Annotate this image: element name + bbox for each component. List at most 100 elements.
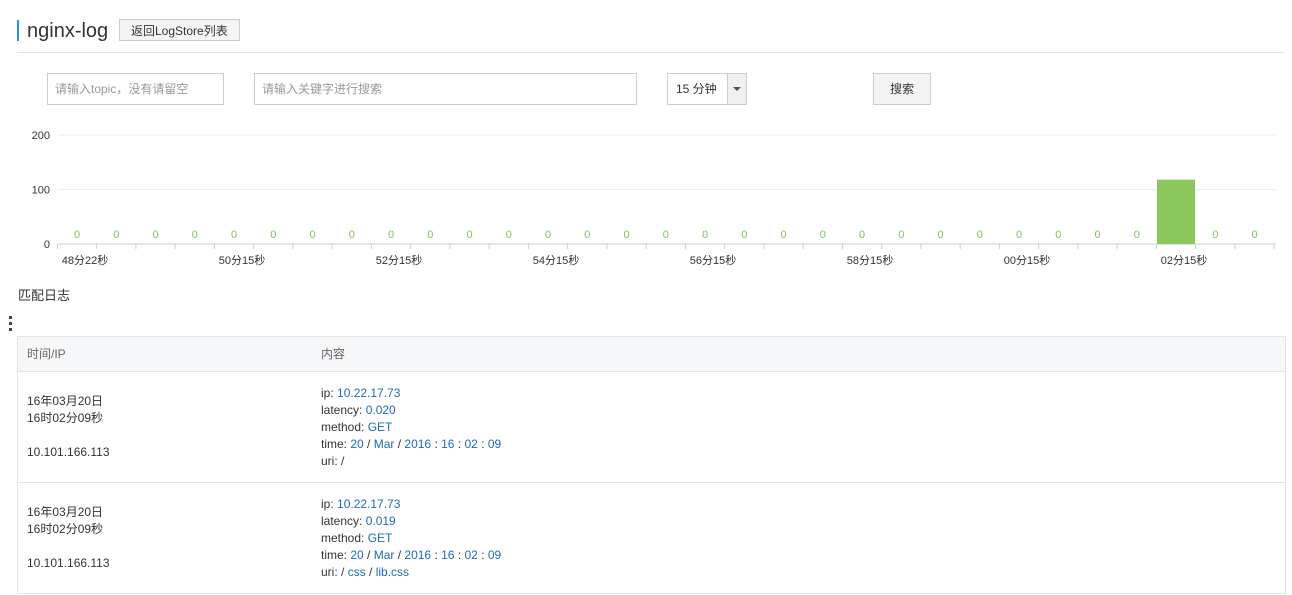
time-second-link[interactable]: 09 [488, 548, 501, 562]
table-row: 16年03月20日 16时02分09秒 10.101.166.113 ip: 10.2… [18, 483, 1285, 593]
time-second-link[interactable]: 09 [488, 437, 501, 451]
page-header: nginx-log 返回LogStore列表 [17, 18, 1285, 53]
x-tick-label: 50分15秒 [219, 253, 265, 267]
log-clock: 16时02分09秒 [27, 522, 104, 536]
uri-segment-link[interactable]: lib.css [376, 565, 409, 579]
bar-value-label: 0 [623, 229, 629, 241]
bar-value-label: 0 [113, 229, 119, 241]
bar-value-label: 0 [741, 229, 747, 241]
log-table: 时间/IP 内容 16年03月20日 16时02分09秒 10.101.166.11… [17, 336, 1286, 594]
bar-value-label: 0 [977, 229, 983, 241]
table-header: 时间/IP 内容 [18, 337, 1285, 372]
bar-value-label: 0 [231, 229, 237, 241]
log-date: 16年03月20日 [27, 394, 104, 408]
field-value-latency[interactable]: 0.020 [366, 403, 396, 417]
field-value-method[interactable]: GET [368, 531, 393, 545]
x-tick-label: 48分22秒 [62, 253, 108, 267]
field-ip: ip: 10.22.17.73 [321, 386, 401, 400]
bar-value-label: 0 [466, 229, 472, 241]
bar-value-label: 0 [702, 229, 708, 241]
bar-value-label: 0 [427, 229, 433, 241]
field-key-method: method [321, 531, 362, 545]
bar-value-label: 0 [192, 229, 198, 241]
column-header-time-ip: 时间/IP [27, 347, 66, 361]
time-range-dropdown-toggle[interactable] [727, 74, 746, 104]
field-key-time: time [321, 437, 344, 451]
x-tick-label: 00分15秒 [1004, 253, 1050, 267]
x-tick-label: 02分15秒 [1161, 253, 1207, 267]
field-key-time: time [321, 548, 344, 562]
source-ip: 10.101.166.113 [27, 445, 110, 459]
log-clock: 16时02分09秒 [27, 411, 104, 425]
field-key-latency: latency [321, 403, 360, 417]
bar-value-label: 0 [1251, 229, 1257, 241]
title-accent-bar [17, 20, 19, 41]
drag-handle-icon[interactable] [6, 310, 14, 334]
y-tick-label: 0 [44, 239, 50, 251]
field-value-ip[interactable]: 10.22.17.73 [337, 386, 400, 400]
table-row: 16年03月20日 16时02分09秒 10.101.166.113 ip: 10.2… [18, 372, 1285, 483]
chevron-down-icon [733, 87, 741, 91]
bar-value-label: 0 [152, 229, 158, 241]
bar-value-label: 0 [506, 229, 512, 241]
log-time: 16年03月20日 16时02分09秒 [27, 393, 103, 427]
field-time: time: 20 / Mar / 2016 : 16 : 02 : 09 [321, 548, 502, 562]
bar-value-label: 0 [1134, 229, 1140, 241]
x-tick-label: 58分15秒 [847, 253, 893, 267]
keyword-search-input[interactable] [254, 73, 637, 105]
field-method: method: GET [321, 420, 393, 434]
data-bar[interactable] [1157, 179, 1195, 244]
uri-segment-link[interactable]: css [348, 565, 366, 579]
field-uri: uri: / css / lib.css [321, 565, 410, 579]
field-key-ip: ip [321, 497, 331, 511]
bar-value-label: 0 [1055, 229, 1061, 241]
field-ip: ip: 10.22.17.73 [321, 497, 401, 511]
x-tick-label: 54分15秒 [533, 253, 579, 267]
log-count-chart: 0 100 200 0 0 0 0 0 0 0 0 0 0 0 0 0 0 0 0 0 0 0 0 0 0 0 0 0 0 0 0 0 0 48分… [32, 130, 1276, 267]
y-tick-label: 200 [32, 130, 50, 142]
field-method: method: GET [321, 531, 393, 545]
topic-input[interactable] [47, 73, 224, 105]
bar-value-label: 0 [1016, 229, 1022, 241]
bar-value-label: 0 [780, 229, 786, 241]
time-day-link[interactable]: 20 [350, 548, 363, 562]
field-key-ip: ip [321, 386, 331, 400]
back-to-logstore-list-button[interactable]: 返回LogStore列表 [119, 19, 240, 41]
search-button[interactable]: 搜索 [873, 73, 931, 105]
field-key-uri: uri [321, 565, 335, 579]
time-month-link[interactable]: Mar [374, 548, 395, 562]
time-year-link[interactable]: 2016 [404, 437, 431, 451]
bar-value-label: 0 [388, 229, 394, 241]
time-minute-link[interactable]: 02 [465, 548, 478, 562]
time-range-value: 15 分钟 [676, 82, 717, 96]
field-latency: latency: 0.019 [321, 514, 396, 528]
time-month-link[interactable]: Mar [374, 437, 395, 451]
bar-value-label: 0 [663, 229, 669, 241]
time-minute-link[interactable]: 02 [465, 437, 478, 451]
log-content: ip: 10.22.17.73 latency: 0.020 method: GET… [321, 385, 501, 470]
page-title: nginx-log [27, 20, 109, 42]
field-time: time: 20 / Mar / 2016 : 16 : 02 : 09 [321, 437, 502, 451]
time-range-select[interactable]: 15 分钟 [667, 73, 747, 105]
bar-value-label: 0 [1212, 229, 1218, 241]
bar-value-label: 0 [898, 229, 904, 241]
field-key-uri: uri [321, 454, 335, 468]
bar-value-label: 0 [74, 229, 80, 241]
time-hour-link[interactable]: 16 [441, 548, 454, 562]
time-year-link[interactable]: 2016 [404, 548, 431, 562]
bar-value-label: 0 [1094, 229, 1100, 241]
field-value-latency[interactable]: 0.019 [366, 514, 396, 528]
source-ip: 10.101.166.113 [27, 556, 110, 570]
field-key-method: method [321, 420, 362, 434]
field-value-method[interactable]: GET [368, 420, 393, 434]
log-date: 16年03月20日 [27, 505, 104, 519]
time-hour-link[interactable]: 16 [441, 437, 454, 451]
section-title: 匹配日志 [18, 288, 71, 303]
bar-value-label: 0 [270, 229, 276, 241]
log-content: ip: 10.22.17.73 latency: 0.019 method: GET… [321, 496, 501, 581]
field-uri: uri: / [321, 454, 345, 468]
log-time: 16年03月20日 16时02分09秒 [27, 504, 103, 538]
bar-value-label: 0 [545, 229, 551, 241]
time-day-link[interactable]: 20 [350, 437, 363, 451]
field-value-ip[interactable]: 10.22.17.73 [337, 497, 400, 511]
